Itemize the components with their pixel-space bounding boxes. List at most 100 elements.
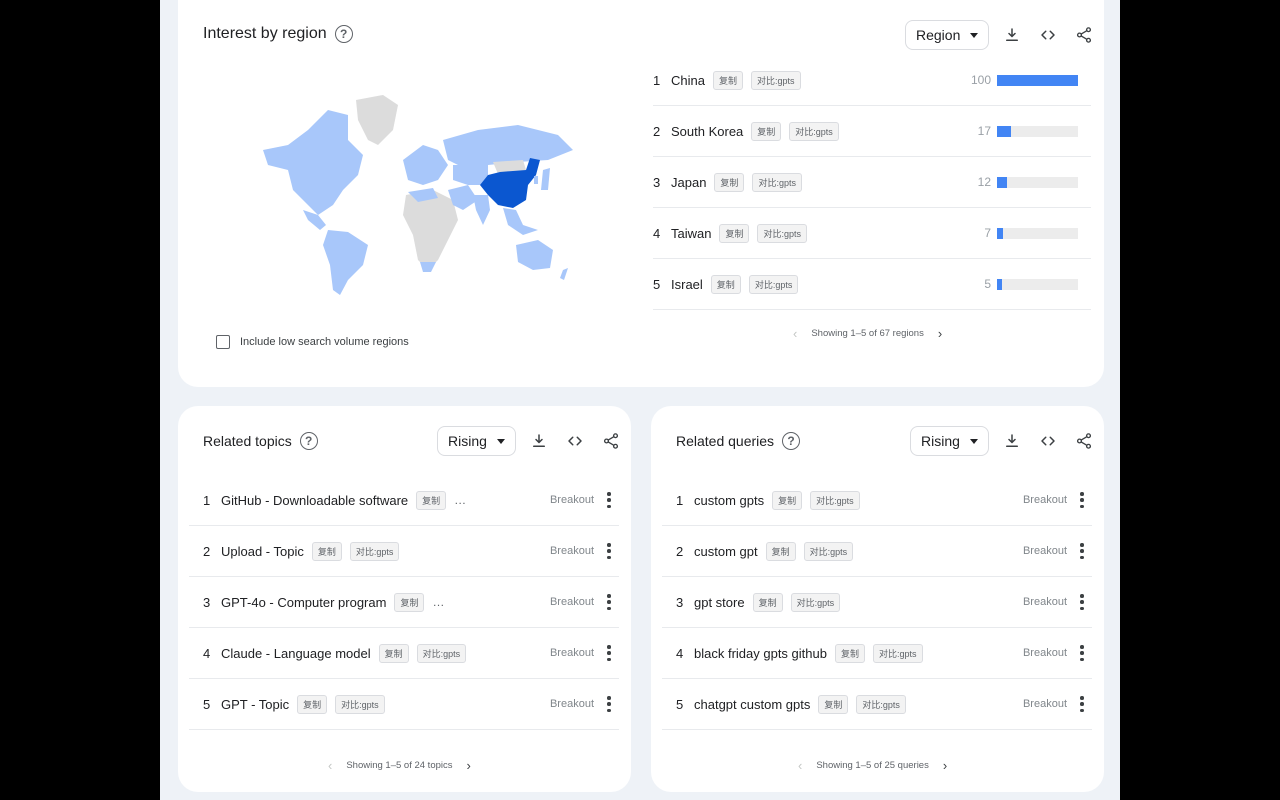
region-row[interactable]: 5 Israel 复制 对比:gpts 5 xyxy=(653,259,1091,310)
share-button[interactable] xyxy=(1071,428,1097,454)
region-name[interactable]: Taiwan xyxy=(671,226,711,241)
copy-tag[interactable]: 复制 xyxy=(714,172,745,192)
world-map[interactable] xyxy=(248,90,578,300)
compare-tag[interactable]: 对比:gpts xyxy=(790,592,841,612)
topics-name[interactable]: GitHub - Downloadable software xyxy=(221,493,408,508)
topics-list: 1 GitHub - Downloadable software 复制 … Breako… xyxy=(189,475,619,730)
more-vert-icon[interactable] xyxy=(604,594,614,610)
low-volume-checkbox-row[interactable]: Include low search volume regions xyxy=(216,335,409,349)
share-button[interactable] xyxy=(598,428,624,454)
compare-tag[interactable]: 对比:gpts xyxy=(752,172,802,192)
region-row[interactable]: 4 Taiwan 复制 对比:gpts 7 xyxy=(653,208,1091,259)
queries-dropdown-label: Rising xyxy=(921,433,960,449)
queries-row[interactable]: 2 custom gpt 复制 对比:gpts Breakout xyxy=(662,526,1092,577)
copy-tag[interactable]: 复制 xyxy=(834,643,865,663)
topics-name[interactable]: GPT-4o - Computer program xyxy=(221,595,386,610)
help-icon[interactable]: ? xyxy=(782,432,801,450)
share-button[interactable] xyxy=(1071,22,1097,48)
download-icon xyxy=(532,434,545,447)
download-icon xyxy=(1006,28,1019,41)
embed-button[interactable] xyxy=(1035,428,1061,454)
copy-tag[interactable]: 复制 xyxy=(416,490,447,510)
more-vert-icon[interactable] xyxy=(1077,594,1087,610)
prev-page-button[interactable]: ‹ xyxy=(328,758,332,773)
prev-page-button[interactable]: ‹ xyxy=(798,758,802,773)
compare-tag[interactable]: 对比:gpts xyxy=(750,70,801,90)
topics-name[interactable]: Upload - Topic xyxy=(221,544,304,559)
topics-name[interactable]: Claude - Language model xyxy=(221,646,371,661)
topics-row[interactable]: 3 GPT-4o - Computer program 复制 … Breakout xyxy=(189,577,619,628)
copy-tag[interactable]: 复制 xyxy=(712,70,743,90)
next-page-button[interactable]: › xyxy=(467,758,471,773)
prev-page-button[interactable]: ‹ xyxy=(793,326,797,341)
queries-name[interactable]: custom gpt xyxy=(694,544,758,559)
compare-tag[interactable]: 对比:gpts xyxy=(748,274,799,294)
compare-tag[interactable]: 对比:gpts xyxy=(335,694,385,714)
region-name[interactable]: South Korea xyxy=(671,124,743,139)
copy-tag[interactable]: 复制 xyxy=(378,643,409,663)
map-region-south-america xyxy=(323,230,368,295)
compare-tag[interactable]: 对比:gpts xyxy=(856,694,906,714)
queries-row[interactable]: 3 gpt store 复制 对比:gpts Breakout xyxy=(662,577,1092,628)
more-vert-icon[interactable] xyxy=(1077,543,1087,559)
next-page-button[interactable]: › xyxy=(943,758,947,773)
embed-button[interactable] xyxy=(562,428,588,454)
more-vert-icon[interactable] xyxy=(604,543,614,559)
help-icon[interactable]: ? xyxy=(334,25,353,43)
copy-tag[interactable]: 复制 xyxy=(719,223,750,243)
queries-name[interactable]: chatgpt custom gpts xyxy=(694,697,810,712)
next-page-button[interactable]: › xyxy=(938,326,942,341)
copy-tag[interactable]: 复制 xyxy=(818,694,849,714)
download-button[interactable] xyxy=(526,428,552,454)
more-vert-icon[interactable] xyxy=(1077,645,1087,661)
more-vert-icon[interactable] xyxy=(604,645,614,661)
topics-name[interactable]: GPT - Topic xyxy=(221,697,289,712)
topics-row[interactable]: 4 Claude - Language model 复制 对比:gpts Breakou… xyxy=(189,628,619,679)
queries-name[interactable]: gpt store xyxy=(694,595,745,610)
region-row[interactable]: 1 China 复制 对比:gpts 100 xyxy=(653,55,1091,106)
copy-tag[interactable]: 复制 xyxy=(751,121,782,141)
more-vert-icon[interactable] xyxy=(604,492,614,508)
copy-tag[interactable]: 复制 xyxy=(297,694,328,714)
download-button[interactable] xyxy=(999,22,1025,48)
region-name[interactable]: Israel xyxy=(671,277,703,292)
topics-row[interactable]: 5 GPT - Topic 复制 对比:gpts Breakout xyxy=(189,679,619,730)
low-volume-checkbox[interactable] xyxy=(216,335,230,349)
compare-tag[interactable]: 对比:gpts xyxy=(803,541,854,561)
compare-tag[interactable]: 对比:gpts xyxy=(757,223,807,243)
copy-tag[interactable]: 复制 xyxy=(765,541,796,561)
topics-row[interactable]: 1 GitHub - Downloadable software 复制 … Breako… xyxy=(189,475,619,526)
compare-tag[interactable]: 对比:gpts xyxy=(872,643,923,663)
region-dropdown[interactable]: Region xyxy=(905,20,990,50)
region-name[interactable]: Japan xyxy=(671,175,706,190)
copy-tag[interactable]: 复制 xyxy=(311,541,342,561)
compare-tag[interactable]: 对比:gpts xyxy=(789,121,839,141)
topics-row[interactable]: 2 Upload - Topic 复制 对比:gpts Breakout xyxy=(189,526,619,577)
queries-dropdown[interactable]: Rising xyxy=(910,426,989,456)
download-button[interactable] xyxy=(999,428,1025,454)
queries-name[interactable]: custom gpts xyxy=(694,493,764,508)
region-name[interactable]: China xyxy=(671,73,705,88)
interest-by-region-card: Interest by region ? Region Include low … xyxy=(178,0,1104,387)
copy-tag[interactable]: 复制 xyxy=(772,490,803,510)
embed-button[interactable] xyxy=(1035,22,1061,48)
more-vert-icon[interactable] xyxy=(604,696,614,712)
copy-tag[interactable]: 复制 xyxy=(394,592,425,612)
compare-tag[interactable]: 对比:gpts xyxy=(810,490,860,510)
topics-dropdown[interactable]: Rising xyxy=(437,426,516,456)
copy-tag[interactable]: 复制 xyxy=(710,274,741,294)
compare-tag[interactable]: 对比:gpts xyxy=(416,643,467,663)
breakout-value: Breakout xyxy=(1022,494,1067,506)
help-icon[interactable]: ? xyxy=(299,432,318,450)
copy-tag[interactable]: 复制 xyxy=(752,592,783,612)
rank-number: 3 xyxy=(653,174,661,190)
compare-tag[interactable]: 对比:gpts xyxy=(349,541,400,561)
region-row[interactable]: 3 Japan 复制 对比:gpts 12 xyxy=(653,157,1091,208)
queries-row[interactable]: 1 custom gpts 复制 对比:gpts Breakout xyxy=(662,475,1092,526)
more-vert-icon[interactable] xyxy=(1077,492,1087,508)
queries-row[interactable]: 4 black friday gpts github 复制 对比:gpts Breako… xyxy=(662,628,1092,679)
more-vert-icon[interactable] xyxy=(1077,696,1087,712)
queries-row[interactable]: 5 chatgpt custom gpts 复制 对比:gpts Breakout xyxy=(662,679,1092,730)
queries-name[interactable]: black friday gpts github xyxy=(694,646,827,661)
region-row[interactable]: 2 South Korea 复制 对比:gpts 17 xyxy=(653,106,1091,157)
